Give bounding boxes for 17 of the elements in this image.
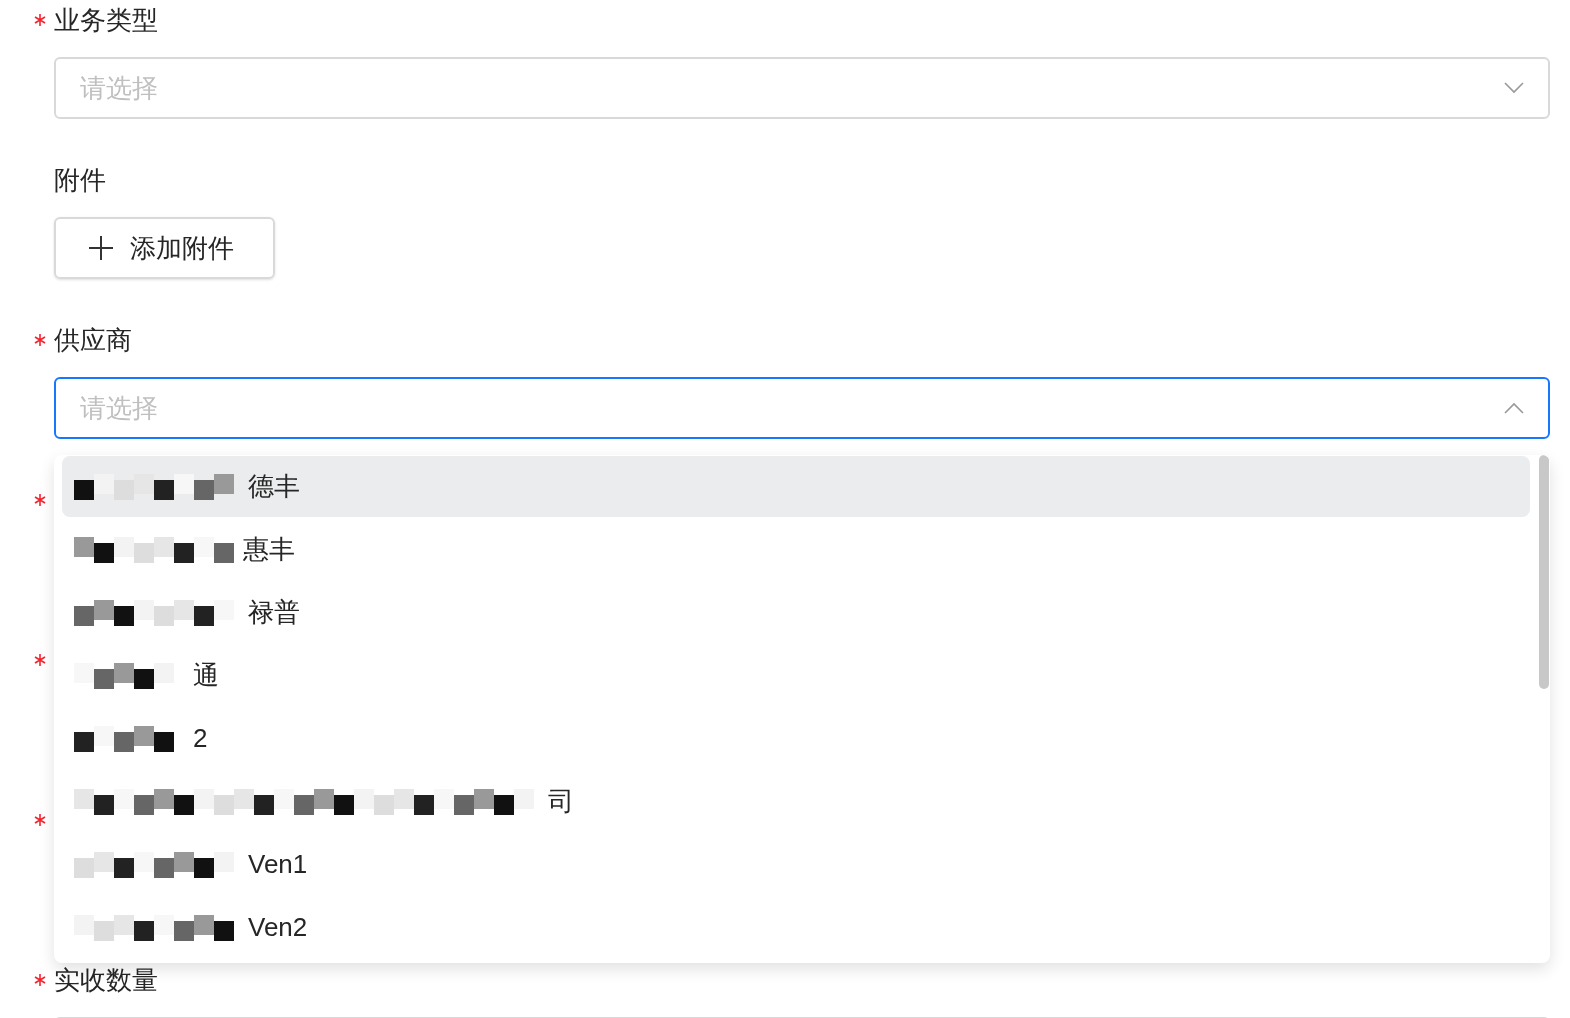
- field-label: 业务类型: [54, 3, 158, 37]
- dropdown-option[interactable]: Ven1: [62, 834, 1530, 895]
- dropdown-option[interactable]: 禄普: [62, 582, 1530, 643]
- chevron-down-icon: [1504, 82, 1524, 94]
- dropdown-option[interactable]: 司: [62, 771, 1530, 832]
- chevron-up-icon: [1504, 402, 1524, 414]
- dropdown-option[interactable]: 通: [62, 645, 1530, 706]
- field-label: 实收数量: [54, 963, 158, 997]
- dropdown-option[interactable]: 德丰: [62, 456, 1530, 517]
- field-label: 供应商: [54, 323, 132, 357]
- scrollbar-thumb[interactable]: [1539, 455, 1549, 689]
- add-attachment-button[interactable]: 添加附件: [54, 217, 275, 279]
- field-label: 附件: [54, 163, 106, 197]
- dropdown-option[interactable]: 惠丰: [62, 519, 1530, 580]
- dropdown-option[interactable]: 2: [62, 708, 1530, 769]
- plus-icon: [88, 235, 114, 261]
- dropdown-option[interactable]: Ven2: [62, 897, 1530, 958]
